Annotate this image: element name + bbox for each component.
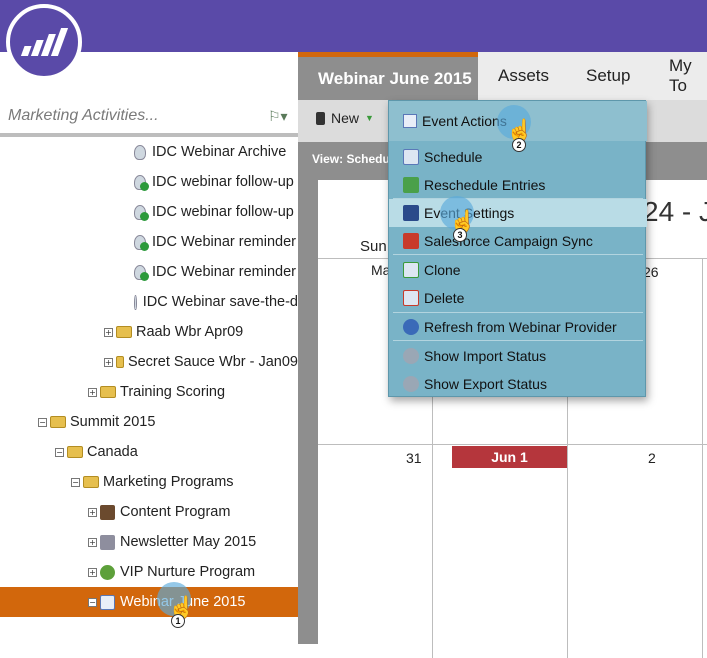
tree-item[interactable]: − Summit 2015 [0, 407, 298, 437]
bulb-icon [134, 144, 146, 160]
expand-icon[interactable]: + [88, 567, 97, 577]
expand-icon[interactable]: + [88, 507, 97, 517]
tree-item[interactable]: IDC Webinar save-the-d [0, 287, 298, 317]
menu-item-reschedule-entries[interactable]: Reschedule Entries [389, 171, 647, 199]
bulb-check-icon [134, 264, 149, 281]
sunday-header: Sun [360, 238, 387, 255]
menu-separator [393, 340, 643, 341]
new-button[interactable]: New ▼ [316, 110, 374, 126]
export-status-icon [403, 376, 419, 392]
jun-1-cell[interactable]: Jun 1 [452, 446, 567, 468]
marketo-logo[interactable] [6, 4, 82, 80]
menu-item-clone[interactable]: Clone [389, 256, 647, 284]
expand-icon[interactable]: + [88, 537, 97, 547]
schedule-icon [403, 149, 419, 165]
tree-item[interactable]: + Training Scoring [0, 377, 298, 407]
clone-icon [403, 262, 419, 278]
newsletter-icon [100, 534, 115, 550]
step-1-badge: 1 [171, 614, 185, 628]
menu-item-show-import-status[interactable]: Show Import Status [389, 342, 647, 370]
content-program-icon [100, 504, 115, 520]
tree-item[interactable]: IDC Webinar reminder [0, 257, 298, 287]
collapse-icon[interactable]: − [55, 447, 64, 457]
menu-item-show-export-status[interactable]: Show Export Status [389, 370, 647, 398]
nurture-icon [100, 564, 115, 580]
tree-item[interactable]: − Marketing Programs [0, 467, 298, 497]
folder-icon [100, 386, 116, 398]
folder-icon [83, 476, 99, 488]
tree-item[interactable]: IDC Webinar reminder [0, 227, 298, 257]
tree-item-selected[interactable]: − Webinar June 2015 [0, 587, 298, 617]
folder-icon [50, 416, 66, 428]
tree-item[interactable]: + VIP Nurture Program [0, 557, 298, 587]
menu-item-salesforce-campaign-sync[interactable]: Salesforce Campaign Sync [389, 227, 647, 255]
menu-item-refresh-webinar[interactable]: Refresh from Webinar Provider [389, 313, 647, 341]
import-status-icon [403, 348, 419, 364]
tab-webinar[interactable]: Webinar June 2015 [298, 52, 478, 100]
expand-icon[interactable]: + [104, 357, 113, 367]
expand-icon[interactable]: + [88, 387, 97, 397]
bulb-icon [134, 294, 137, 310]
refresh-icon [403, 319, 419, 335]
tree-item[interactable]: − Canada [0, 437, 298, 467]
collapse-icon[interactable]: − [71, 477, 80, 487]
reschedule-icon [403, 177, 419, 193]
folder-icon [67, 446, 83, 458]
tab-my-tokens[interactable]: My To [669, 52, 707, 100]
tab-setup[interactable]: Setup [586, 52, 630, 100]
delete-icon [403, 290, 419, 306]
tree-search-input[interactable]: Marketing Activities... [8, 107, 268, 125]
tree-item[interactable]: + Content Program [0, 497, 298, 527]
tree-item[interactable]: IDC Webinar Archive [0, 137, 298, 167]
folder-icon [115, 356, 124, 368]
tree-item[interactable]: IDC webinar follow-up [0, 197, 298, 227]
chevron-down-icon: ▼ [365, 113, 374, 123]
tab-assets[interactable]: Assets [498, 52, 549, 100]
expand-icon[interactable]: + [104, 327, 113, 337]
tree-search-bar: Marketing Activities... ⚐▾ [0, 99, 298, 137]
collapse-icon[interactable]: − [38, 417, 47, 427]
filter-icon[interactable]: ⚐▾ [268, 108, 298, 125]
menu-item-delete[interactable]: Delete [389, 284, 647, 312]
new-icon [316, 111, 325, 125]
bulb-check-icon [134, 204, 149, 221]
day-31: 31 [406, 450, 422, 466]
menu-item-event-settings[interactable]: Event Settings [389, 199, 647, 227]
step-3-badge: 3 [453, 228, 467, 242]
calendar-icon [403, 114, 417, 128]
tree-item[interactable]: + Newsletter May 2015 [0, 527, 298, 557]
tree-item[interactable]: IDC webinar follow-up [0, 167, 298, 197]
calendar-gridline [702, 258, 703, 658]
logo-bars-icon [20, 28, 68, 56]
tree-item[interactable]: + Raab Wbr Apr09 [0, 317, 298, 347]
folder-icon [116, 326, 132, 338]
collapse-icon[interactable]: − [88, 597, 97, 607]
top-header-bar [0, 0, 707, 52]
tree-item[interactable]: + Secret Sauce Wbr - Jan09 [0, 347, 298, 377]
bulb-check-icon [134, 174, 149, 191]
tab-bar: Webinar June 2015 Assets Setup My To [298, 52, 707, 100]
bulb-check-icon [134, 234, 149, 251]
calendar-title: 24 - Ju [643, 196, 707, 227]
calendar-icon [100, 594, 115, 610]
salesforce-icon [403, 233, 419, 249]
day-2: 2 [648, 450, 656, 466]
event-settings-icon [403, 205, 419, 221]
step-2-badge: 2 [512, 138, 526, 152]
menu-separator [393, 254, 643, 255]
calendar-gridline [318, 444, 707, 445]
